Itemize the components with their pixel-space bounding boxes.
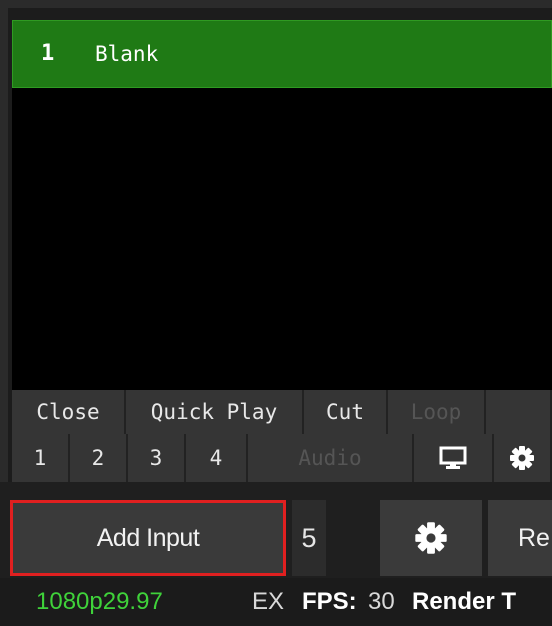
audio-button[interactable]: Audio <box>248 434 414 482</box>
status-bar: 1080p29.97 EX FPS: 30 Render T <box>0 578 552 626</box>
external-indicator: EX <box>252 588 285 615</box>
input-count: 5 <box>292 500 326 576</box>
close-button[interactable]: Close <box>12 390 126 434</box>
overlay-4-button[interactable]: 4 <box>186 434 248 482</box>
main-toolbar: Add Input 5 Re <box>0 482 552 578</box>
input-panel: 1 Blank Close Quick Play Cut Loop 1 2 3 … <box>8 8 552 482</box>
blank-control-button[interactable] <box>486 390 552 434</box>
fps-value: 30 <box>368 588 395 615</box>
overlay-1-button[interactable]: 1 <box>12 434 70 482</box>
overlay-2-button[interactable]: 2 <box>70 434 128 482</box>
monitor-icon <box>439 446 467 469</box>
input-number: 1 <box>41 41 55 66</box>
input-title-bar[interactable]: 1 Blank <box>12 20 552 88</box>
render-time-label: Render T <box>412 588 517 615</box>
cut-button[interactable]: Cut <box>304 390 388 434</box>
input-controls-row-2: 1 2 3 4 Audio <box>12 434 552 482</box>
settings-button[interactable] <box>380 500 482 576</box>
video-format: 1080p29.97 <box>36 588 163 615</box>
input-controls-row-1: Close Quick Play Cut Loop <box>12 390 552 434</box>
gear-icon <box>415 522 447 554</box>
input-name: Blank <box>95 42 159 66</box>
quick-play-button[interactable]: Quick Play <box>126 390 304 434</box>
overlay-3-button[interactable]: 3 <box>128 434 186 482</box>
add-input-button[interactable]: Add Input <box>10 500 286 576</box>
gear-icon <box>510 446 534 470</box>
loop-button[interactable]: Loop <box>388 390 486 434</box>
record-button[interactable]: Re <box>488 500 552 576</box>
input-preview[interactable] <box>12 88 552 390</box>
input-settings-button[interactable] <box>494 434 552 482</box>
fps-label: FPS: <box>302 588 357 615</box>
monitor-button[interactable] <box>414 434 494 482</box>
